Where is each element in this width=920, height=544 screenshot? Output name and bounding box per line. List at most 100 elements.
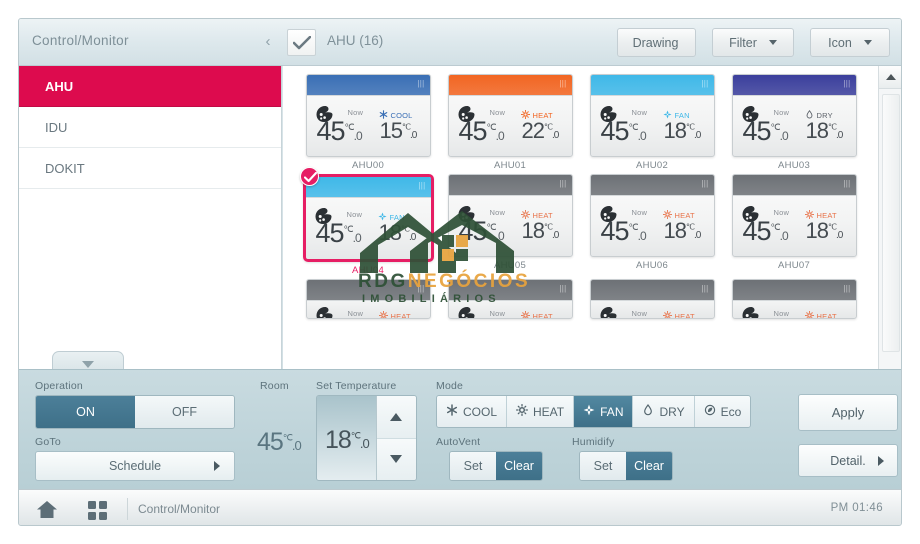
card-content: Now HEAT	[449, 301, 572, 318]
sun-icon	[378, 307, 388, 318]
temperature-down-button[interactable]	[376, 438, 416, 480]
operation-off-button[interactable]: OFF	[135, 396, 234, 428]
card-header-text: |||	[417, 284, 425, 293]
icon-view-button[interactable]: Icon	[810, 28, 890, 57]
fan-blade-icon	[583, 404, 595, 419]
device-card[interactable]: ||| Now FAN 45℃.0 18℃.0 AHU04	[297, 167, 439, 276]
humidify-clear-button[interactable]: Clear	[626, 452, 672, 480]
home-icon[interactable]	[36, 500, 58, 519]
card-set-temp-dec: .0	[693, 130, 701, 141]
device-card[interactable]: ||| Now DRY 45℃.0 18℃.0 AHU03	[723, 74, 865, 171]
card-current-temp: 45℃.0	[458, 116, 505, 147]
card-current-temp: 45℃.0	[743, 216, 789, 247]
device-card[interactable]: ||| Now HEAT	[581, 279, 723, 319]
mode-button-heat[interactable]: HEAT	[507, 396, 575, 427]
sidebar-item-label: IDU	[45, 119, 68, 135]
set-temp-int: 18	[325, 426, 352, 454]
device-card-body[interactable]: ||| Now HEAT	[589, 279, 715, 319]
device-card-body[interactable]: ||| Now FAN 45℃.0 18℃.0	[302, 174, 434, 262]
schedule-button[interactable]: Schedule	[35, 451, 235, 481]
card-set-temp-int: 18	[805, 118, 830, 143]
sidebar-item-dokit[interactable]: DOKIT	[19, 148, 281, 189]
grid-icon[interactable]	[88, 501, 107, 520]
device-card-body[interactable]: ||| Now HEAT 45℃.0 22℃.0	[447, 74, 573, 157]
humidify-set-button[interactable]: Set	[580, 452, 626, 480]
detail-button[interactable]: Detail.	[798, 444, 898, 477]
apply-button[interactable]: Apply	[798, 394, 898, 431]
drawing-button[interactable]: Drawing	[617, 28, 696, 57]
card-selected-badge	[300, 167, 319, 186]
card-set-temp-int: 22	[521, 118, 546, 143]
detail-button-label: Detail.	[830, 453, 866, 468]
device-card[interactable]: ||| Now FAN 45℃.0 18℃.0 AHU02	[581, 74, 723, 171]
device-card-body[interactable]: ||| Now HEAT 45℃.0 18℃.0	[731, 174, 857, 257]
schedule-button-label: Schedule	[108, 459, 162, 473]
card-current-temp-dec: .0	[495, 229, 505, 243]
card-set-temp-dec: .0	[693, 230, 701, 241]
card-content: Now FAN 45℃.0 18℃.0	[306, 198, 431, 258]
card-label: AHU01	[493, 160, 527, 171]
sidebar-item-ahu[interactable]: AHU	[19, 66, 281, 107]
apply-button-label: Apply	[831, 405, 865, 420]
sidebar-item-idu[interactable]: IDU	[19, 107, 281, 148]
operation-toggle[interactable]: ON OFF	[35, 395, 235, 429]
device-card-body[interactable]: ||| Now HEAT 45℃.0 18℃.0	[447, 174, 573, 257]
mode-button-dry[interactable]: DRY	[633, 396, 695, 427]
card-set-temp-unit: ℃	[401, 122, 411, 132]
set-temperature-stepper[interactable]: 18℃.0	[316, 395, 417, 481]
card-current-temp-int: 45	[742, 116, 772, 146]
card-set-temp-dec: .0	[835, 230, 843, 241]
scroll-up-button[interactable]	[879, 66, 901, 89]
autovent-set-button[interactable]: Set	[450, 452, 496, 480]
scrollbar-thumb[interactable]	[882, 94, 900, 352]
card-header: |||	[305, 177, 431, 198]
card-set-temp-int: 18	[663, 218, 688, 243]
device-card-body[interactable]: ||| Now HEAT	[731, 279, 857, 319]
card-set-temp: 15℃.0	[380, 118, 418, 144]
device-card-row-partial: ||| Now HEAT ||| Now HEAT ||| Now HEAT ||| Now HEAT	[297, 279, 866, 322]
autovent-toggle[interactable]: Set Clear	[449, 451, 543, 481]
card-header-text: |||	[701, 79, 709, 88]
device-card-body[interactable]: ||| Now COOL 45℃.0 15℃.0	[305, 74, 431, 157]
card-current-temp-int: 45	[458, 116, 488, 146]
humidify-toggle[interactable]: Set Clear	[579, 451, 673, 481]
device-card-body[interactable]: ||| Now HEAT 45℃.0 18℃.0	[589, 174, 715, 257]
card-header-text: |||	[559, 79, 567, 88]
device-card[interactable]: ||| Now HEAT	[297, 279, 439, 319]
card-set-temp-unit: ℃	[685, 222, 695, 232]
stepper-buttons	[375, 396, 416, 480]
mode-button-fan[interactable]: FAN	[574, 396, 634, 427]
select-all-checkbox[interactable]	[287, 29, 316, 56]
temperature-up-button[interactable]	[376, 396, 416, 439]
fan-icon	[598, 306, 618, 318]
operation-on-button[interactable]: ON	[36, 396, 135, 428]
filter-button[interactable]: Filter	[712, 28, 794, 57]
breadcrumb: Control/Monitor	[138, 502, 221, 516]
device-card[interactable]: ||| Now HEAT 45℃.0 18℃.0 AHU07	[723, 174, 865, 276]
caret-down-icon	[390, 455, 403, 464]
card-set-temp: 18℃.0	[663, 218, 702, 244]
fan-icon	[314, 306, 334, 318]
device-card-row: ||| Now COOL 45℃.0 15℃.0 AHU00 ||| Now HEAT 45℃.0…	[297, 74, 866, 174]
device-card-body[interactable]: ||| Now HEAT	[447, 279, 573, 319]
device-card[interactable]: ||| Now HEAT	[723, 279, 865, 319]
device-card[interactable]: ||| Now HEAT 45℃.0 18℃.0 AHU06	[581, 174, 723, 276]
device-card-body[interactable]: ||| Now DRY 45℃.0 18℃.0	[731, 74, 857, 157]
device-card[interactable]: ||| Now HEAT 45℃.0 18℃.0 AHU05	[439, 174, 581, 276]
humidify-label: Humidify	[572, 436, 615, 448]
autovent-label: AutoVent	[436, 436, 481, 448]
device-card-body[interactable]: ||| Now HEAT	[305, 279, 431, 319]
device-card[interactable]: ||| Now HEAT 45℃.0 22℃.0 AHU01	[439, 74, 581, 171]
mode-button-cool[interactable]: COOL	[437, 396, 508, 427]
device-card-body[interactable]: ||| Now FAN 45℃.0 18℃.0	[589, 74, 715, 157]
device-card[interactable]: ||| Now COOL 45℃.0 15℃.0 AHU00	[297, 74, 439, 171]
autovent-clear-button[interactable]: Clear	[496, 452, 542, 480]
card-content: Now FAN 45℃.0 18℃.0	[591, 96, 714, 156]
device-card[interactable]: ||| Now HEAT	[439, 279, 581, 319]
chevron-left-icon[interactable]: ‹	[259, 32, 277, 52]
card-header: |||	[732, 280, 856, 301]
mode-button-eco[interactable]: Eco	[694, 396, 751, 427]
grid-scrollbar[interactable]	[878, 66, 901, 369]
card-content: Now HEAT	[307, 301, 430, 318]
card-label: AHU05	[493, 260, 527, 271]
